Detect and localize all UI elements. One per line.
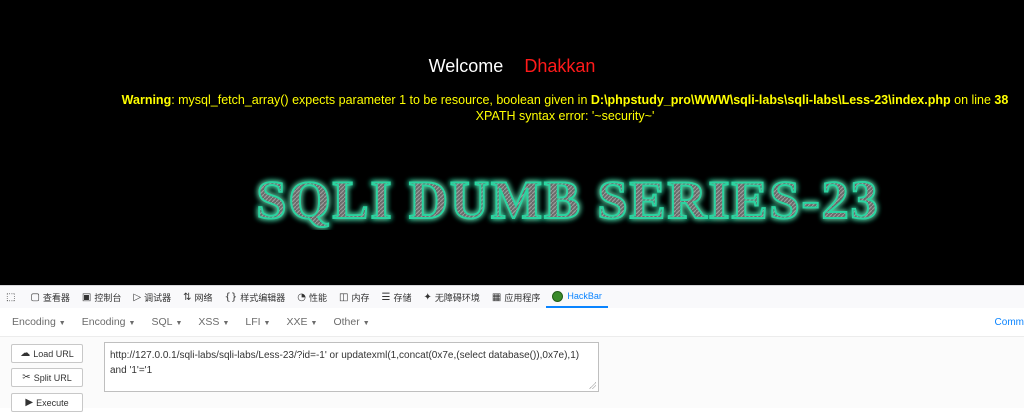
devtools-tab-HackBar[interactable]: HackBar xyxy=(546,286,608,308)
style-editor-icon: {} xyxy=(224,291,238,303)
split-url-label: Split URL xyxy=(33,372,72,383)
menu-encoding[interactable]: Encoding ▼ xyxy=(8,316,70,328)
warning-text: : mysql_fetch_array() expects parameter … xyxy=(171,93,591,107)
devtools-tab-label: 控制台 xyxy=(94,292,122,303)
commands-link[interactable]: Comm xyxy=(995,317,1024,328)
cloud-download-icon: ☁ xyxy=(20,348,31,359)
banner-text: SQLI DUMB SERIES-23 xyxy=(256,170,879,230)
caret-down-icon: ▼ xyxy=(222,320,230,327)
warning-line: 38 xyxy=(994,93,1009,107)
devtools-tab-label: 应用程序 xyxy=(504,292,541,303)
resize-grip-icon[interactable] xyxy=(589,382,596,389)
menu-label: XXE xyxy=(286,316,308,328)
devtools-tab-label: 存储 xyxy=(393,292,412,303)
play-icon: ▶ xyxy=(25,397,34,408)
devtools-tab-label: 样式编辑器 xyxy=(240,292,286,303)
menu-label: SQL xyxy=(151,316,173,328)
performance-icon: ◔ xyxy=(297,291,306,303)
execute-button[interactable]: ▶ Execute xyxy=(11,393,83,412)
menu-label: Encoding xyxy=(12,316,56,328)
devtools-tab-控制台[interactable]: ▣ 控制台 xyxy=(76,286,127,308)
devtools-tab-label: 性能 xyxy=(309,292,328,303)
pick-element-icon: ⬚ xyxy=(6,291,16,303)
welcome-line: Welcome Dhakkan xyxy=(0,56,1024,77)
caret-down-icon: ▼ xyxy=(310,320,318,327)
load-url-button[interactable]: ☁ Load URL xyxy=(11,344,83,363)
devtools-tab-label: 无障碍环境 xyxy=(434,292,480,303)
devtools-tab-网络[interactable]: ⇅ 网络 xyxy=(177,286,218,308)
network-icon: ⇅ xyxy=(183,291,192,303)
hackbar-icon xyxy=(552,290,564,302)
load-url-label: Load URL xyxy=(33,348,74,359)
user-name: Dhakkan xyxy=(524,56,596,76)
devtools-tab-label: 网络 xyxy=(194,292,213,303)
url-textarea[interactable]: http://127.0.0.1/sqli-labs/sqli-labs/Les… xyxy=(104,342,599,392)
warning-prefix: Warning xyxy=(121,93,172,107)
devtools-tab-label: 内存 xyxy=(351,292,370,303)
menu-sql[interactable]: SQL ▼ xyxy=(147,316,186,328)
storage-icon: ☰ xyxy=(381,291,391,303)
welcome-label: Welcome xyxy=(428,56,504,76)
menu-encoding-2[interactable]: Encoding ▼ xyxy=(78,316,140,328)
php-warning: Warning: mysql_fetch_array() expects par… xyxy=(0,93,1024,108)
devtools-tab-label: HackBar xyxy=(567,291,602,301)
warning-online: on line xyxy=(950,93,995,107)
hackbar-panel: ☁ Load URL ✂ Split URL ▶ Execute http://127… xyxy=(0,336,1024,412)
caret-down-icon: ▼ xyxy=(128,320,136,327)
devtools-tab-应用程序[interactable]: ▦ 应用程序 xyxy=(486,286,546,308)
inspector-icon: ▢ xyxy=(30,291,40,303)
devtools-toolbar: ⬚ ▢ 查看器 ▣ 控制台 ▷ 调试器 ⇅ 网络{} 样式编辑器 ◔ 性能 ◫ 内存 ☰ 存储 ✦ 无障碍环境 ▦ 应… xyxy=(0,285,1024,309)
menu-label: Encoding xyxy=(81,316,126,328)
menu-xxe[interactable]: XXE ▼ xyxy=(282,316,321,328)
devtools-tab-内存[interactable]: ◫ 内存 xyxy=(333,286,375,308)
devtools-tab-label: 查看器 xyxy=(42,292,70,303)
menu-label: LFI xyxy=(245,316,261,328)
caret-down-icon: ▼ xyxy=(263,320,271,327)
menu-label: XSS xyxy=(198,316,220,328)
scissors-icon: ✂ xyxy=(22,372,31,383)
hackbar-toolbar: Encoding ▼ Encoding ▼ SQL ▼ XSS ▼ LFI ▼ XXE ▼ … xyxy=(0,308,1024,336)
debugger-icon: ▷ xyxy=(133,291,142,303)
memory-icon: ◫ xyxy=(339,291,349,303)
devtools-tab-查看器[interactable]: ▢ 查看器 xyxy=(24,286,75,308)
devtools-tab-无障碍环境[interactable]: ✦ 无障碍环境 xyxy=(417,286,485,308)
devtools-tab-label: 调试器 xyxy=(144,292,172,303)
devtools-tab-picker[interactable]: ⬚ xyxy=(0,286,24,308)
banner-image: SQLI DUMB SERIES-23 xyxy=(168,170,968,230)
accessibility-icon: ✦ xyxy=(423,291,432,303)
menu-lfi[interactable]: LFI ▼ xyxy=(241,316,274,328)
application-icon: ▦ xyxy=(491,291,502,303)
menu-other[interactable]: Other ▼ xyxy=(329,316,373,328)
url-value: http://127.0.0.1/sqli-labs/sqli-labs/Les… xyxy=(110,350,580,376)
execute-label: Execute xyxy=(36,397,69,408)
caret-down-icon: ▼ xyxy=(58,320,66,327)
warning-path: D:\phpstudy_pro\WWW\sqli-labs\sqli-labs\… xyxy=(590,93,951,107)
caret-down-icon: ▼ xyxy=(175,320,183,327)
caret-down-icon: ▼ xyxy=(362,320,370,327)
web-page: Welcome Dhakkan Warning: mysql_fetch_arr… xyxy=(0,0,1024,285)
devtools-tab-性能[interactable]: ◔ 性能 xyxy=(291,286,333,308)
xpath-error: XPATH syntax error: '~security~' xyxy=(475,109,655,123)
menu-xss[interactable]: XSS ▼ xyxy=(194,316,233,328)
devtools-tab-存储[interactable]: ☰ 存储 xyxy=(375,286,417,308)
menu-label: Other xyxy=(333,316,360,328)
devtools-tab-调试器[interactable]: ▷ 调试器 xyxy=(127,286,177,308)
split-url-button[interactable]: ✂ Split URL xyxy=(11,368,83,387)
console-icon: ▣ xyxy=(81,291,92,303)
devtools-tab-样式编辑器[interactable]: {} 样式编辑器 xyxy=(219,286,292,308)
